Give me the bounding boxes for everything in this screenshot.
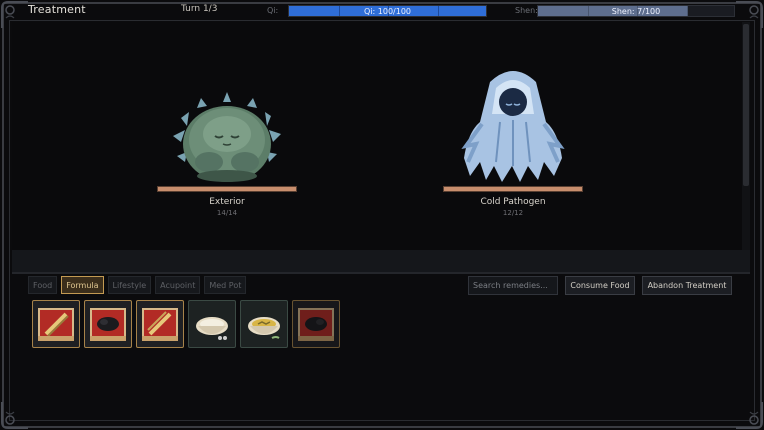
battle-scrollbar[interactable]	[742, 22, 750, 272]
qi-value: Qi: 100/100	[364, 7, 411, 16]
qi-label: Qi:	[267, 6, 279, 15]
remedy-tabs: Food Formula Lifestyle Acupoint Med Pot	[28, 276, 247, 295]
frame-corner-ornament	[0, 400, 30, 430]
qi-bar: Qi: 100/100	[288, 5, 487, 17]
shen-value: Shen: 7/100	[611, 7, 661, 16]
frame-corner-ornament	[734, 400, 764, 430]
shen-bar: Shen: 7/100	[537, 5, 735, 17]
remedy-card[interactable]	[32, 300, 80, 348]
black-herb-icon	[298, 308, 334, 341]
green-leafy-blob-icon	[173, 92, 281, 182]
enemy-cold-pathogen[interactable]: Cold Pathogen 12/12	[442, 62, 584, 217]
treatment-header: Treatment Turn 1/3 Qi: Qi: 100/100 Shen:…	[0, 0, 764, 20]
rice-bowl-icon	[196, 317, 228, 340]
tab-lifestyle[interactable]: Lifestyle	[107, 276, 152, 294]
remedy-card[interactable]	[188, 300, 236, 348]
herb-sticks-icon	[142, 308, 178, 341]
soup-bowl-icon	[248, 317, 280, 339]
ice-ghost-icon	[461, 71, 565, 182]
enemy-hp-bar	[157, 186, 297, 192]
remedy-card[interactable]	[84, 300, 132, 348]
enemy-name: Exterior	[209, 197, 245, 207]
enemy-hp-bar	[443, 186, 583, 192]
turn-counter: Turn 1/3	[181, 4, 218, 14]
panel-divider	[12, 272, 750, 274]
enemy-exterior[interactable]: Exterior 14/14	[156, 90, 298, 217]
enemy-name: Cold Pathogen	[480, 197, 546, 207]
tab-acupoint[interactable]: Acupoint	[155, 276, 201, 294]
search-input[interactable]	[468, 276, 558, 295]
remedy-card[interactable]	[240, 300, 288, 348]
remedy-card[interactable]	[292, 300, 340, 348]
enemy-hp-text: 14/14	[216, 209, 238, 217]
battle-area	[12, 22, 750, 272]
consume-food-button[interactable]: Consume Food	[565, 276, 635, 295]
abandon-treatment-button[interactable]: Abandon Treatment	[642, 276, 732, 295]
shen-label: Shen:	[515, 6, 538, 15]
remedy-card-list	[32, 300, 340, 348]
tab-med-pot[interactable]: Med Pot	[204, 276, 247, 294]
remedy-card[interactable]	[136, 300, 184, 348]
tab-food[interactable]: Food	[28, 276, 58, 294]
herb-sticks-icon	[38, 308, 74, 341]
tab-formula[interactable]: Formula	[61, 276, 104, 294]
black-herb-icon	[90, 308, 126, 341]
battle-footer-band	[12, 250, 750, 272]
enemy-hp-text: 12/12	[502, 209, 524, 217]
scrollbar-thumb[interactable]	[743, 24, 749, 186]
page-title: Treatment	[28, 3, 86, 16]
